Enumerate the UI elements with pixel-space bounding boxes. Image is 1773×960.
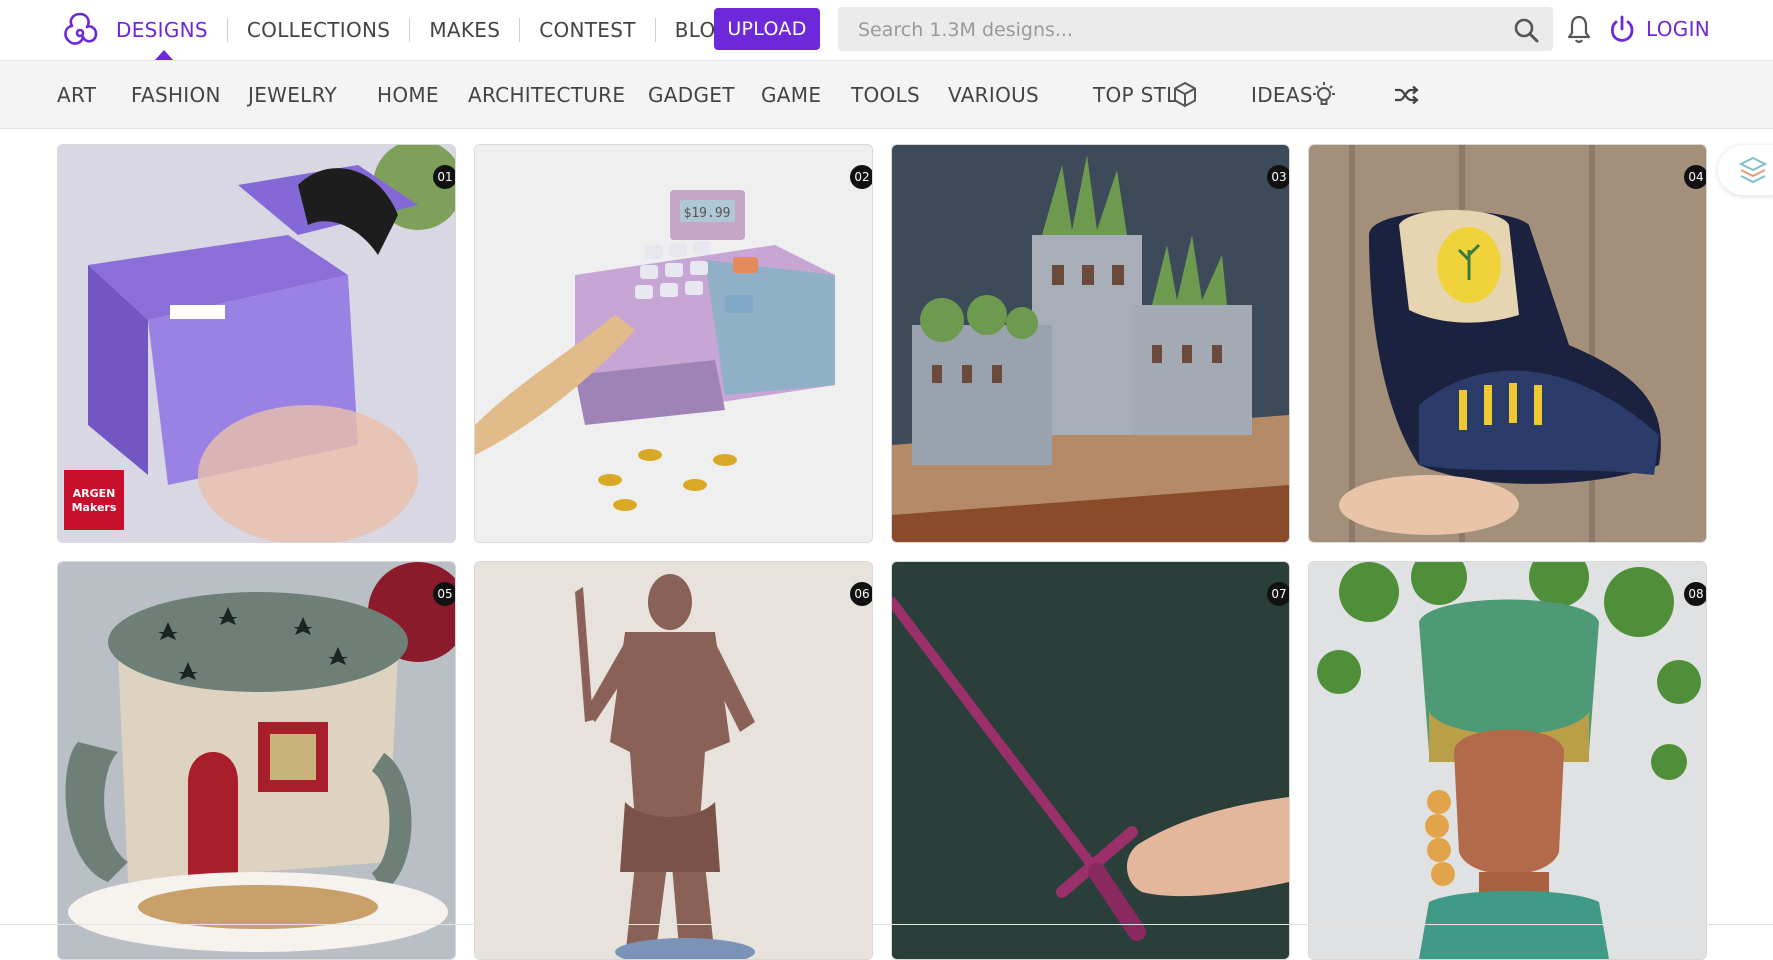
design-card[interactable]: ARGEN Makers 01 [57,144,456,543]
design-card[interactable]: 08 [1308,561,1707,960]
bell-icon[interactable] [1565,14,1593,44]
design-thumbnail [1309,145,1706,542]
top-stl-link[interactable]: TOP STL [1093,83,1178,107]
design-thumbnail [475,562,872,959]
rank-badge: 03 [1267,165,1289,189]
design-card[interactable]: 06 [474,561,873,960]
lightbulb-icon[interactable] [1310,80,1338,110]
rank-badge: 06 [850,582,872,606]
category-architecture[interactable]: ARCHITECTURE [468,83,625,107]
svg-text:$19.99: $19.99 [684,206,731,221]
design-thumbnail [892,145,1289,542]
page-divider [0,924,1773,925]
rank-badge: 04 [1684,165,1706,189]
cube-icon[interactable] [1171,80,1199,110]
category-various[interactable]: VARIOUS [948,83,1039,107]
rank-badge: 05 [433,582,455,606]
design-card[interactable]: $19.99 02 [474,144,873,543]
floating-side-tab[interactable] [1718,145,1773,195]
layers-icon [1738,156,1768,184]
category-bar: ART FASHION JEWELRY HOME ARCHITECTURE GA… [0,61,1773,129]
design-card[interactable]: 05 [57,561,456,960]
category-home[interactable]: HOME [377,83,439,107]
nav-makes[interactable]: MAKES [410,18,519,42]
power-icon[interactable] [1608,14,1636,44]
category-game[interactable]: GAME [761,83,821,107]
nav-designs[interactable]: DESIGNS [116,18,227,42]
ideas-link[interactable]: IDEAS [1251,83,1313,107]
category-jewelry[interactable]: JEWELRY [248,83,337,107]
shuffle-icon[interactable] [1392,80,1420,110]
design-thumbnail [1309,562,1706,959]
login-link[interactable]: LOGIN [1646,17,1710,41]
logo-icon[interactable] [60,9,100,49]
category-art[interactable]: ART [57,83,96,107]
design-card[interactable]: 04 [1308,144,1707,543]
search-input[interactable] [856,7,1490,53]
rank-badge: 01 [433,165,455,189]
category-tools[interactable]: TOOLS [851,83,920,107]
category-gadget[interactable]: GADGET [648,83,735,107]
design-card[interactable]: 03 [891,144,1290,543]
top-navbar: DESIGNS COLLECTIONS MAKES CONTEST BLOG U… [0,0,1773,61]
nav-collections[interactable]: COLLECTIONS [228,18,409,42]
design-card[interactable]: 07 [891,561,1290,960]
design-thumbnail: ARGEN Makers [58,145,455,542]
rank-badge: 02 [850,165,872,189]
svg-text:ARGEN: ARGEN [73,487,116,500]
rank-badge: 08 [1684,582,1706,606]
design-thumbnail: $19.99 [475,145,872,542]
design-thumbnail [58,562,455,959]
active-tab-indicator [155,50,173,60]
category-fashion[interactable]: FASHION [131,83,221,107]
search-box [838,7,1553,53]
nav-contest[interactable]: CONTEST [520,18,655,42]
main-nav: DESIGNS COLLECTIONS MAKES CONTEST BLOG [116,0,750,60]
svg-text:Makers: Makers [72,501,117,514]
search-icon[interactable] [1513,17,1539,43]
design-thumbnail [892,562,1289,959]
rank-badge: 07 [1267,582,1289,606]
upload-button[interactable]: UPLOAD [714,8,820,50]
